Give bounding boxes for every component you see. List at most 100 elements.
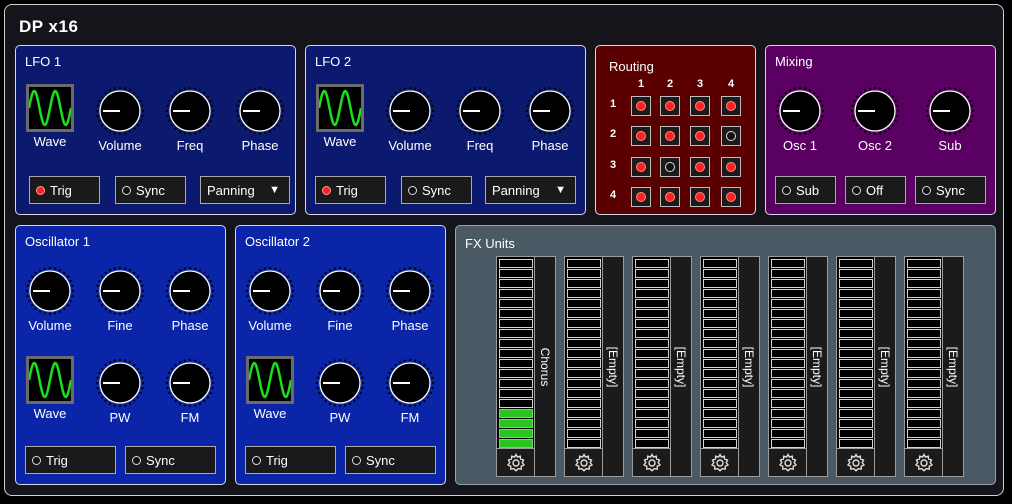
- fx-slot[interactable]: [Empty]: [632, 256, 694, 477]
- lfo2-trig-button[interactable]: Trig: [315, 176, 386, 204]
- meter-segment: [771, 439, 805, 448]
- meter-segment: [703, 299, 737, 308]
- gear-icon[interactable]: [700, 448, 740, 477]
- osc1-fm-knob[interactable]: FM: [160, 358, 220, 425]
- routing-cell[interactable]: [721, 187, 741, 207]
- routing-cell[interactable]: [660, 126, 680, 146]
- meter-segment: [499, 289, 533, 298]
- lfo2-volume-knob[interactable]: Volume: [380, 86, 440, 153]
- lfo2-freq-knob[interactable]: Freq: [450, 86, 510, 153]
- routing-cell[interactable]: [690, 126, 710, 146]
- routing-cell[interactable]: [721, 157, 741, 177]
- knob-label: Osc 2: [858, 138, 892, 153]
- routing-cell[interactable]: [721, 126, 741, 146]
- osc2-sync-button[interactable]: Sync: [345, 446, 436, 474]
- meter-segment: [771, 299, 805, 308]
- fx-slot[interactable]: [Empty]: [564, 256, 626, 477]
- mixing-osc1-knob[interactable]: Osc 1: [770, 86, 830, 153]
- osc2-fm-knob[interactable]: FM: [380, 358, 440, 425]
- meter-segment: [771, 339, 805, 348]
- osc1-phase-knob[interactable]: Phase: [160, 266, 220, 333]
- osc2-wave-selector[interactable]: Wave: [240, 356, 300, 421]
- lfo2-sync-button[interactable]: Sync: [401, 176, 472, 204]
- osc2-volume-knob[interactable]: Volume: [240, 266, 300, 333]
- lfo1-wave-selector[interactable]: Wave: [20, 84, 80, 149]
- routing-cell[interactable]: [631, 157, 651, 177]
- meter-segment: [907, 389, 941, 398]
- meter-segment: [499, 419, 533, 428]
- knob-label: PW: [329, 410, 351, 425]
- meter-segment: [771, 429, 805, 438]
- gear-icon[interactable]: [836, 448, 876, 477]
- lfo2-wave-selector[interactable]: Wave: [310, 84, 370, 149]
- routing-cell[interactable]: [690, 157, 710, 177]
- osc1-trig-button[interactable]: Trig: [25, 446, 116, 474]
- fx-slot-name[interactable]: [Empty]: [806, 256, 828, 477]
- osc1-fine-knob[interactable]: Fine: [90, 266, 150, 333]
- lfo1-phase-knob[interactable]: Phase: [230, 86, 290, 153]
- mixing-sub-button[interactable]: Sub: [775, 176, 836, 204]
- osc2-trig-button[interactable]: Trig: [245, 446, 336, 474]
- mixing-osc2-knob[interactable]: Osc 2: [845, 86, 905, 153]
- mixing-off-button[interactable]: Off: [845, 176, 906, 204]
- routing-cell[interactable]: [690, 187, 710, 207]
- routing-cell[interactable]: [721, 96, 741, 116]
- osc2-pw-knob[interactable]: PW: [310, 358, 370, 425]
- fx-level-meter: [632, 256, 672, 477]
- routing-col-label: 1: [637, 78, 645, 90]
- osc1-volume-knob[interactable]: Volume: [20, 266, 80, 333]
- mixing-sub-knob[interactable]: Sub: [920, 86, 980, 153]
- meter-segment: [635, 439, 669, 448]
- mixing-title: Mixing: [775, 54, 813, 69]
- lfo1-trig-button[interactable]: Trig: [29, 176, 100, 204]
- fx-slot-name[interactable]: Chorus: [534, 256, 556, 477]
- osc1-wave-selector[interactable]: Wave: [20, 356, 80, 421]
- meter-segment: [907, 319, 941, 328]
- gear-icon[interactable]: [496, 448, 536, 477]
- fx-slot[interactable]: [Empty]: [904, 256, 966, 477]
- routing-cell[interactable]: [660, 187, 680, 207]
- meter-segment: [907, 289, 941, 298]
- fx-slot[interactable]: [Empty]: [700, 256, 762, 477]
- fx-slot-name[interactable]: [Empty]: [738, 256, 760, 477]
- osc2-panel: Oscillator 2 Volume Fine Phase Wave PW F…: [235, 225, 446, 485]
- lfo1-freq-knob[interactable]: Freq: [160, 86, 220, 153]
- knob-label: Sub: [938, 138, 962, 153]
- gear-icon[interactable]: [904, 448, 944, 477]
- routing-cell[interactable]: [660, 157, 680, 177]
- lfo2-phase-knob[interactable]: Phase: [520, 86, 580, 153]
- meter-segment: [499, 329, 533, 338]
- routing-cell[interactable]: [660, 96, 680, 116]
- fx-slot-name[interactable]: [Empty]: [874, 256, 896, 477]
- meter-segment: [771, 409, 805, 418]
- meter-segment: [703, 429, 737, 438]
- knob-label: Wave: [33, 134, 67, 149]
- fx-slot-name[interactable]: [Empty]: [602, 256, 624, 477]
- fx-slot[interactable]: [Empty]: [836, 256, 898, 477]
- lfo2-panning-dropdown[interactable]: Panning ▼: [485, 176, 576, 204]
- fx-slot[interactable]: [Empty]: [768, 256, 830, 477]
- fx-slot-name[interactable]: [Empty]: [670, 256, 692, 477]
- osc1-sync-button[interactable]: Sync: [125, 446, 216, 474]
- meter-segment: [771, 329, 805, 338]
- routing-cell[interactable]: [631, 96, 651, 116]
- mixing-sync-button[interactable]: Sync: [915, 176, 986, 204]
- knob-label: Phase: [171, 318, 209, 333]
- gear-icon[interactable]: [564, 448, 604, 477]
- lfo1-volume-knob[interactable]: Volume: [90, 86, 150, 153]
- routing-cell[interactable]: [631, 126, 651, 146]
- osc2-fine-knob[interactable]: Fine: [310, 266, 370, 333]
- osc1-pw-knob[interactable]: PW: [90, 358, 150, 425]
- meter-segment: [567, 369, 601, 378]
- led-indicator: [36, 185, 45, 195]
- lfo1-panning-dropdown[interactable]: Panning ▼: [200, 176, 290, 204]
- osc2-phase-knob[interactable]: Phase: [380, 266, 440, 333]
- fx-slot[interactable]: Chorus: [496, 256, 558, 477]
- fx-slot-name[interactable]: [Empty]: [942, 256, 964, 477]
- gear-icon[interactable]: [632, 448, 672, 477]
- gear-icon[interactable]: [768, 448, 808, 477]
- lfo1-sync-button[interactable]: Sync: [115, 176, 186, 204]
- routing-cell[interactable]: [631, 187, 651, 207]
- routing-cell[interactable]: [690, 96, 710, 116]
- meter-segment: [567, 389, 601, 398]
